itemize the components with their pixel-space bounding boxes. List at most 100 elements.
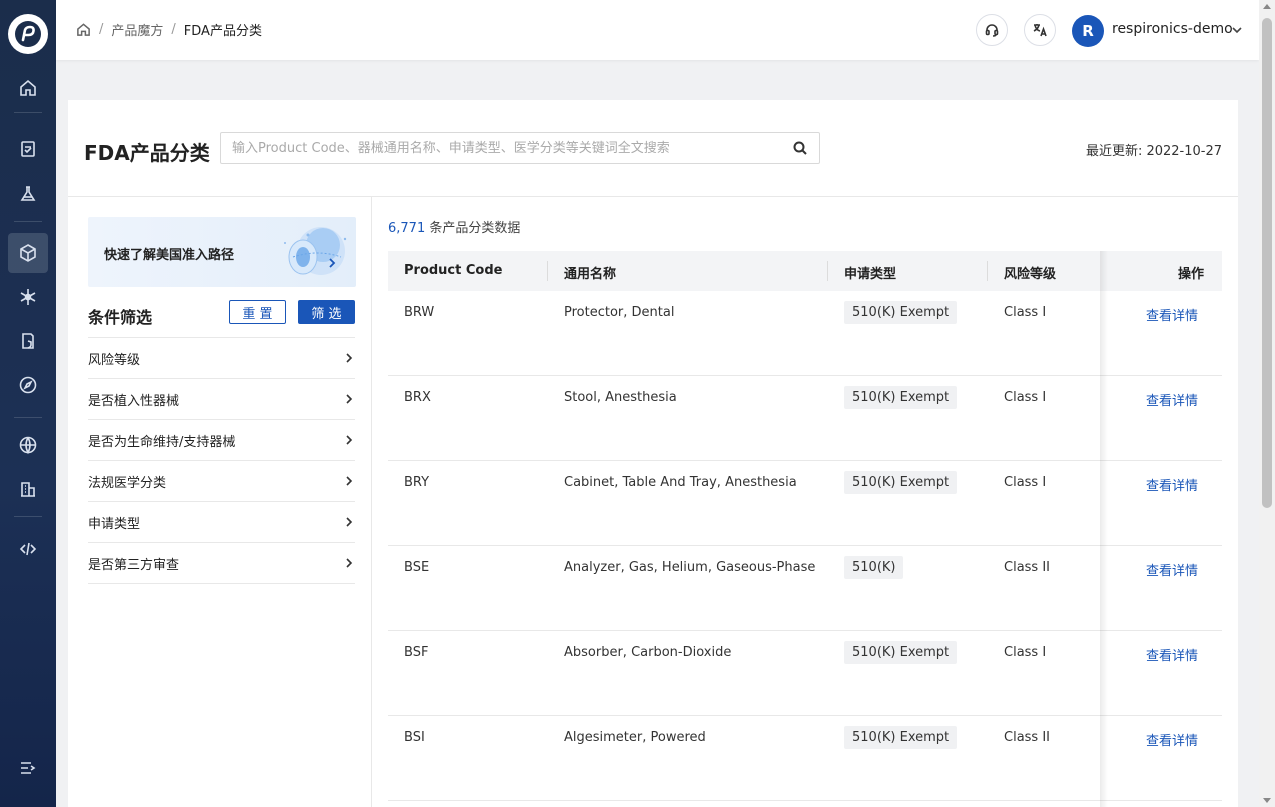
filter-title: 条件筛选: [88, 308, 153, 327]
chevron-down-icon[interactable]: [1231, 24, 1243, 36]
promo-illustration-icon: [284, 227, 347, 275]
top-bar: / 产品魔方 / FDA产品分类 R respironics-demo: [56, 0, 1259, 60]
nav-document-check-icon[interactable]: [8, 129, 48, 169]
nav-compass-icon[interactable]: [8, 365, 48, 405]
table-header: Product Code 通用名称 申请类型 风险等级 操作: [388, 251, 1222, 291]
cell-name: Analyzer, Gas, Helium, Gaseous-Phase: [564, 560, 816, 575]
last-update-date: 最近更新: 2022-10-27: [1085, 144, 1222, 159]
app-logo[interactable]: [8, 14, 48, 54]
view-details-link[interactable]: 查看详情: [1146, 305, 1198, 324]
view-details-link[interactable]: 查看详情: [1146, 390, 1198, 409]
promo-banner[interactable]: 快速了解美国准入路径: [88, 217, 356, 287]
user-avatar[interactable]: R: [1072, 15, 1104, 47]
breadcrumb-product-cube[interactable]: 产品魔方: [111, 20, 163, 39]
panel-header: FDA产品分类 最近更新: 2022-10-27: [68, 100, 1238, 197]
nav-snowflake-icon[interactable]: [8, 277, 48, 317]
cell-name: Cabinet, Table And Tray, Anesthesia: [564, 475, 797, 490]
result-count-number: 6,771: [388, 221, 426, 236]
nav-globe-icon[interactable]: [8, 425, 48, 465]
main-panel: FDA产品分类 最近更新: 2022-10-27 快速了解美国准入路径: [68, 100, 1238, 807]
filter-item-label: 是否植入性器械: [88, 393, 180, 409]
page-scrollbar[interactable]: [1259, 0, 1275, 807]
search-icon[interactable]: [793, 141, 807, 155]
filter-third-party-review[interactable]: 是否第三方审查: [88, 543, 355, 584]
translate-icon: [1033, 24, 1047, 37]
page-title: FDA产品分类: [84, 141, 210, 165]
column-header-product-code: Product Code: [404, 263, 503, 278]
filter-list: 风险等级 是否植入性器械 是否为生命维持/支持器械 法规医学分类 申请类型 是否…: [88, 337, 355, 584]
user-name[interactable]: respironics-demo: [1112, 21, 1233, 37]
view-details-link[interactable]: 查看详情: [1146, 645, 1198, 664]
filter-submission-type[interactable]: 申请类型: [88, 502, 355, 543]
nav-divider: [14, 112, 42, 113]
cell-type-tag: 510(K) Exempt: [844, 471, 958, 494]
scroll-up-icon[interactable]: [1263, 4, 1271, 9]
nav-code-icon[interactable]: [8, 529, 48, 569]
result-count: 6,771 条产品分类数据: [388, 217, 520, 236]
column-header-risk: 风险等级: [1004, 267, 1057, 282]
filter-item-label: 是否为生命维持/支持器械: [88, 434, 236, 450]
chevron-right-icon: [346, 353, 353, 363]
filter-item-label: 风险等级: [88, 352, 141, 368]
filter-risk-level[interactable]: 风险等级: [88, 338, 355, 379]
filter-life-support[interactable]: 是否为生命维持/支持器械: [88, 420, 355, 461]
product-classification-table: Product Code 通用名称 申请类型 风险等级 操作 BRW Prote…: [388, 251, 1222, 807]
table-row: BRY Cabinet, Table And Tray, Anesthesia …: [388, 461, 1222, 546]
cell-name: Stool, Anesthesia: [564, 390, 677, 405]
view-details-link[interactable]: 查看详情: [1146, 475, 1198, 494]
breadcrumb-current: FDA产品分类: [183, 24, 262, 39]
cell-risk: Class I: [1004, 390, 1047, 405]
view-details-link[interactable]: 查看详情: [1146, 730, 1198, 749]
headset-icon: [985, 24, 999, 37]
scrollbar-thumb[interactable]: [1262, 18, 1272, 508]
chevron-right-icon: [346, 558, 353, 568]
cell-product-code: BRX: [404, 390, 431, 405]
cell-risk: Class I: [1004, 645, 1047, 660]
filter-medical-specialty[interactable]: 法规医学分类: [88, 461, 355, 502]
scroll-down-icon[interactable]: [1263, 798, 1271, 803]
cell-type-tag: 510(K) Exempt: [844, 726, 958, 749]
chevron-right-icon: [346, 394, 353, 404]
logo-icon: [15, 21, 41, 47]
column-divider: [827, 261, 828, 281]
column-header-action: 操作: [1178, 267, 1205, 282]
breadcrumb-separator: /: [99, 22, 104, 37]
nav-divider: [14, 516, 42, 517]
column-divider: [547, 261, 548, 281]
table-row: BSE Analyzer, Gas, Helium, Gaseous-Phase…: [388, 546, 1222, 631]
nav-divider: [14, 221, 42, 222]
column-header-type: 申请类型: [844, 267, 897, 282]
search-box: [220, 132, 820, 164]
cell-product-code: BRW: [404, 305, 435, 320]
nav-document-shield-icon[interactable]: [8, 321, 48, 361]
cell-product-code: BSI: [404, 730, 425, 745]
column-divider: [987, 261, 988, 281]
breadcrumb-separator: /: [171, 22, 176, 37]
reset-button[interactable]: 重 置: [229, 300, 286, 324]
home-icon[interactable]: [76, 22, 91, 37]
collapse-menu-icon[interactable]: [8, 748, 48, 788]
filter-item-label: 申请类型: [88, 516, 141, 532]
cell-risk: Class II: [1004, 730, 1051, 745]
sticky-column-shadow: [1100, 251, 1108, 807]
support-button[interactable]: [976, 14, 1008, 46]
nav-building-icon[interactable]: [8, 469, 48, 509]
cell-type-tag: 510(K) Exempt: [844, 641, 958, 664]
table-row: BRX Stool, Anesthesia 510(K) Exempt Clas…: [388, 376, 1222, 461]
filter-implant[interactable]: 是否植入性器械: [88, 379, 355, 420]
cell-type-tag: 510(K) Exempt: [844, 386, 958, 409]
nav-home-icon[interactable]: [8, 68, 48, 108]
cell-name: Absorber, Carbon-Dioxide: [564, 645, 732, 660]
filter-item-label: 法规医学分类: [88, 475, 167, 491]
result-count-suffix: 条产品分类数据: [425, 221, 521, 236]
nav-product-cube-icon[interactable]: [8, 233, 48, 273]
language-button[interactable]: [1024, 14, 1056, 46]
chevron-right-icon: [346, 517, 353, 527]
view-details-link[interactable]: 查看详情: [1146, 560, 1198, 579]
filter-item-label: 是否第三方审查: [88, 557, 180, 573]
column-header-name: 通用名称: [564, 267, 617, 282]
apply-filter-button[interactable]: 筛 选: [298, 300, 355, 324]
search-input[interactable]: [221, 133, 781, 163]
cell-product-code: BSE: [404, 560, 430, 575]
nav-flask-icon[interactable]: [8, 174, 48, 214]
